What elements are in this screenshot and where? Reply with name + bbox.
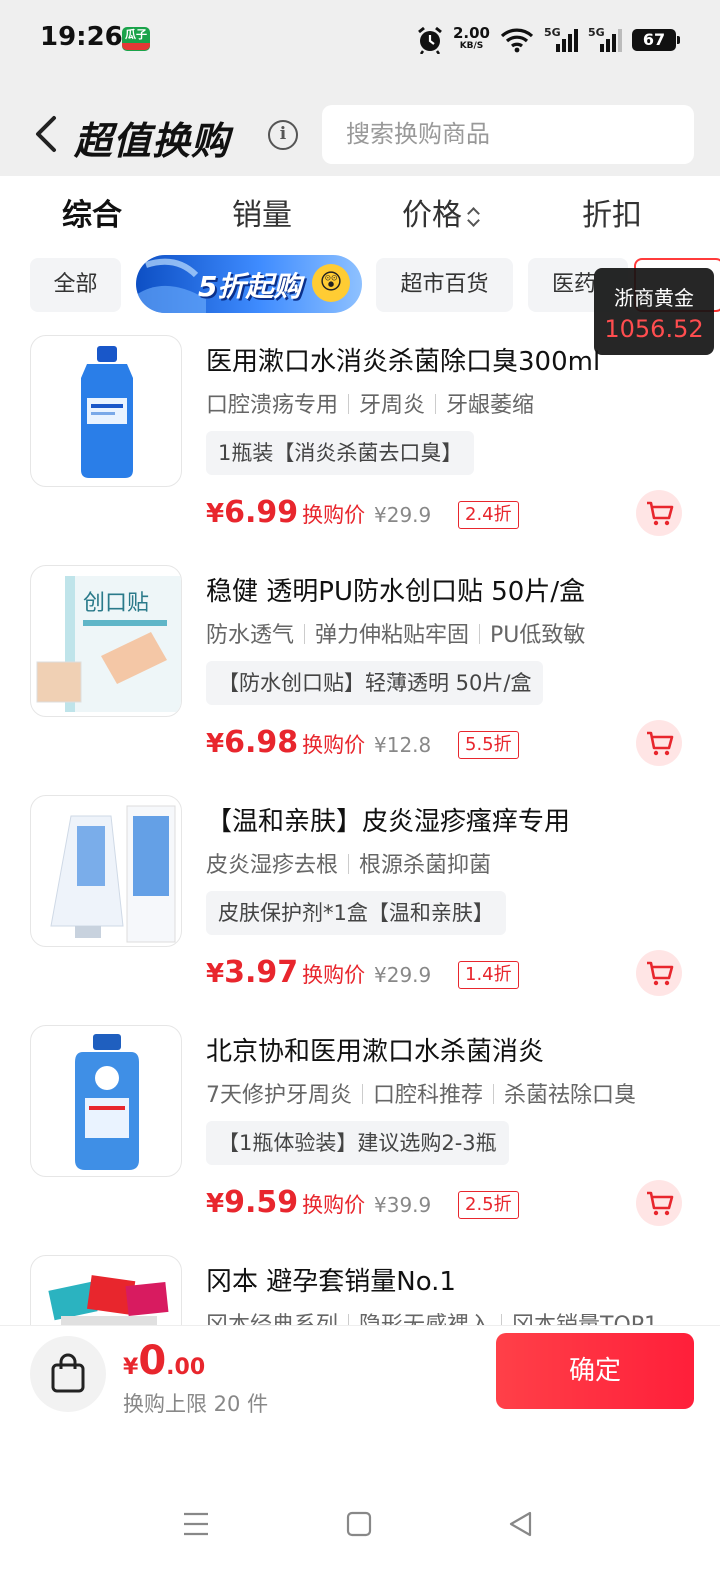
product-price: ¥9.59 换购价	[206, 1185, 366, 1220]
sort-tab-price-label: 价格	[402, 198, 462, 233]
sort-tab-price[interactable]: 价格	[402, 190, 480, 234]
product-card[interactable]: 【温和亲肤】皮炎湿疹瘙痒专用 皮炎湿疹去根 根源杀菌抑菌 皮肤保护剂*1盒【温和亲…	[0, 795, 720, 1025]
product-spec: 1瓶装【消炎杀菌去口臭】	[206, 431, 475, 475]
battery-icon: 67	[632, 29, 680, 51]
chip-all[interactable]: 全部	[30, 258, 121, 312]
promo-decoration-icon	[136, 258, 206, 313]
product-card[interactable]: 医用漱口水消炎杀菌除口臭300ml 口腔溃疡专用 牙周炎 牙龈萎缩 1瓶装【消炎杀菌…	[0, 335, 720, 565]
app-notification-icon: 瓜子	[122, 27, 150, 51]
gold-label: 浙商黄金	[614, 286, 694, 310]
discount-badge: 2.5折	[458, 1191, 519, 1219]
product-card[interactable]: 北京协和医用漱口水杀菌消炎 7天修护牙周炎 口腔科推荐 杀菌祛除口臭 【1瓶体验装】…	[0, 1025, 720, 1255]
cart-icon	[647, 1191, 674, 1216]
product-title: 北京协和医用漱口水杀菌消炎	[206, 1037, 545, 1067]
wifi-icon	[500, 28, 534, 53]
product-title: 冈本 避孕套销量No.1	[206, 1267, 456, 1297]
header: 超值换购 i 搜索换购商品	[0, 80, 720, 176]
cart-icon	[647, 961, 674, 986]
product-card[interactable]: 冈本 避孕套销量No.1 冈本经典系列隐形无感裸入冈本销量TOP1	[0, 1255, 720, 1325]
bandage-box-icon: 创口贴	[36, 576, 181, 712]
discount-badge: 1.4折	[458, 961, 519, 989]
original-price: ¥39.9	[374, 1193, 432, 1217]
product-tags: 防水透气 弹力伸粘贴牢固 PU低致敏	[206, 623, 586, 648]
exchange-limit: 换购上限 20 件	[123, 1392, 269, 1416]
mouthwash-bottle-icon	[75, 1034, 139, 1170]
product-image: 创口贴	[30, 565, 182, 717]
signal-icon-2: 5G	[588, 26, 622, 54]
cart-icon	[647, 731, 674, 756]
discount-badge: 2.4折	[458, 501, 519, 529]
product-price: ¥3.97 换购价	[206, 955, 366, 990]
status-bar: 19:26 瓜子 2.00 KB/S 5G 5G 67	[0, 0, 720, 80]
shopping-bag-button[interactable]	[30, 1336, 106, 1412]
cart-icon	[647, 501, 674, 526]
add-to-cart-button[interactable]	[636, 720, 682, 766]
chip-promo[interactable]: 5折起购 😲	[136, 255, 362, 313]
product-title: 医用漱口水消炎杀菌除口臭300ml	[206, 347, 601, 377]
product-spec: 【防水创口贴】轻薄透明 50片/盒	[206, 661, 544, 705]
back-button[interactable]	[30, 112, 64, 156]
original-price: ¥12.8	[374, 733, 432, 757]
cream-tube-icon	[50, 805, 176, 943]
sort-arrows-icon	[468, 205, 480, 229]
add-to-cart-button[interactable]	[636, 490, 682, 536]
sort-bar: 综合 销量 价格 折扣	[0, 176, 720, 246]
add-to-cart-button[interactable]	[636, 1180, 682, 1226]
product-image	[30, 1255, 182, 1325]
status-time: 19:26	[40, 22, 123, 52]
home-icon[interactable]	[346, 1511, 372, 1537]
original-price: ¥29.9	[374, 963, 432, 987]
condom-box-icon	[48, 1275, 169, 1325]
product-tags: 冈本经典系列隐形无感裸入冈本销量TOP1	[206, 1307, 658, 1325]
mouthwash-bottle-icon	[81, 346, 133, 478]
product-image	[30, 335, 182, 487]
add-to-cart-button[interactable]	[636, 950, 682, 996]
info-icon[interactable]: i	[268, 120, 298, 150]
promo-label: 5折起购	[198, 270, 302, 303]
status-icons: 2.00 KB/S 5G 5G 67	[417, 24, 680, 56]
svg-text:创口贴: 创口贴	[83, 591, 149, 616]
chip-supermarket[interactable]: 超市百货	[376, 258, 513, 312]
product-spec: 皮肤保护剂*1盒【温和亲肤】	[206, 891, 506, 935]
product-title: 【温和亲肤】皮炎湿疹瘙痒专用	[206, 807, 571, 837]
chevron-left-icon	[36, 116, 56, 152]
product-spec: 【1瓶体验装】建议选购2-3瓶	[206, 1121, 509, 1165]
sort-tab-overall[interactable]: 综合	[62, 190, 122, 234]
shopping-bag-icon	[51, 1353, 85, 1393]
product-tags: 7天修护牙周炎 口腔科推荐 杀菌祛除口臭	[206, 1083, 637, 1108]
page-title: 超值换购	[74, 119, 231, 163]
checkout-bar: ¥0.00 换购上限 20 件 确定	[0, 1325, 720, 1433]
app-badge-label: 瓜子	[125, 28, 147, 41]
product-tags: 皮炎湿疹去根 根源杀菌抑菌	[206, 853, 492, 878]
confirm-button[interactable]: 确定	[496, 1333, 694, 1409]
signal-icon-1: 5G	[544, 26, 578, 54]
product-tags: 口腔溃疡专用 牙周炎 牙龈萎缩	[206, 393, 535, 418]
product-price: ¥6.98 换购价	[206, 725, 366, 760]
product-image	[30, 1025, 182, 1177]
sort-tab-sales[interactable]: 销量	[232, 190, 292, 234]
product-price: ¥6.99 换购价	[206, 495, 366, 530]
total-price: ¥0.00	[123, 1338, 206, 1384]
search-input[interactable]: 搜索换购商品	[322, 105, 694, 164]
discount-badge: 5.5折	[458, 731, 519, 759]
product-image	[30, 795, 182, 947]
surprised-emoji-icon: 😲	[312, 264, 350, 302]
back-triangle-icon[interactable]	[508, 1511, 534, 1537]
menu-icon[interactable]	[182, 1511, 210, 1537]
original-price: ¥29.9	[374, 503, 432, 527]
net-speed: 2.00 KB/S	[452, 24, 490, 52]
system-nav-bar	[0, 1433, 720, 1584]
alarm-icon	[418, 26, 442, 54]
product-title: 稳健 透明PU防水创口贴 50片/盒	[206, 577, 586, 607]
product-card[interactable]: 创口贴 稳健 透明PU防水创口贴 50片/盒 防水透气 弹力伸粘贴牢固 PU低致敏 …	[0, 565, 720, 795]
sort-tab-discount[interactable]: 折扣	[582, 190, 642, 234]
